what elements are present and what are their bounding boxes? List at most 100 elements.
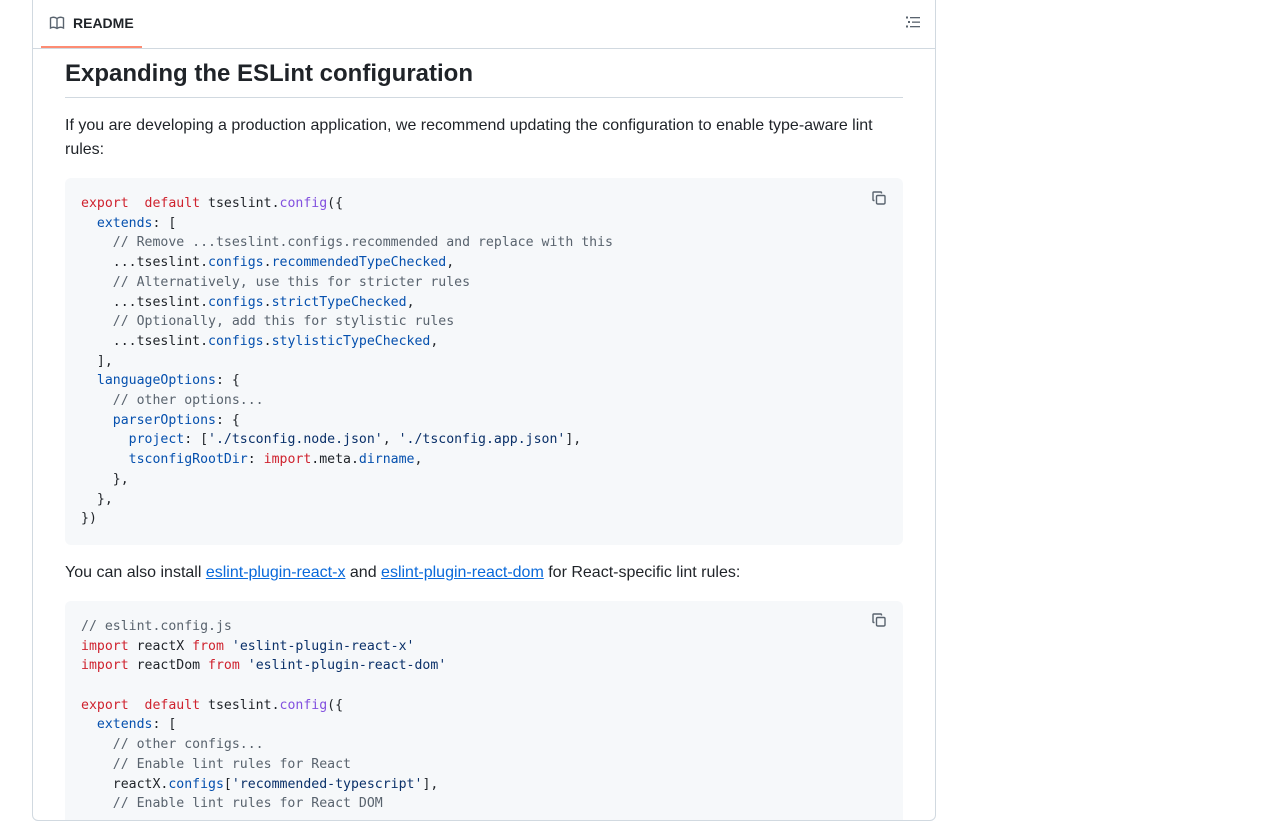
code-keyword: export	[81, 196, 129, 211]
code-property: languageOptions	[96, 373, 216, 389]
code-property: strictTypeChecked	[271, 294, 407, 310]
readme-panel: README Expanding the ESLint configuratio…	[32, 0, 936, 821]
readme-header: README	[33, 0, 935, 49]
code-line: ...tseslint.configs.strictTypeChecked,	[81, 295, 415, 310]
code-keyword: from	[208, 658, 240, 674]
code-text: [	[223, 776, 232, 792]
code-line: ],	[81, 354, 113, 369]
code-property: dirname	[358, 452, 415, 468]
code-line: // Remove ...tseslint.configs.recommende…	[81, 235, 613, 250]
code-line: // other options...	[81, 393, 264, 408]
copy-icon	[871, 190, 887, 211]
code-property: extends	[96, 215, 153, 231]
copy-button[interactable]	[863, 609, 895, 637]
code-keyword: from	[192, 638, 224, 654]
code-line: })	[81, 511, 97, 526]
code-property: project	[128, 432, 185, 448]
code-text: ,	[406, 294, 415, 310]
code-text: :	[247, 452, 264, 468]
code-line: project: ['./tsconfig.node.json', './tsc…	[81, 432, 582, 448]
code-line: reactX.configs['recommended-typescript']…	[81, 776, 439, 792]
code-text: reactX.	[81, 776, 169, 792]
code-text: .meta.	[311, 452, 359, 468]
code-text: .	[263, 333, 272, 349]
code-comment: // eslint.config.js	[81, 618, 232, 634]
code-text: },	[81, 491, 113, 507]
copy-button[interactable]	[863, 186, 895, 214]
code-text: ,	[414, 452, 423, 468]
code-string: 'recommended-typescript'	[231, 776, 423, 792]
code-line: ...tseslint.configs.recommendedTypeCheck…	[81, 255, 454, 270]
code-text: ,	[382, 432, 399, 448]
code-string: './tsconfig.app.json'	[398, 432, 566, 448]
code-keyword: import	[263, 452, 312, 468]
code-comment: // Enable lint rules for React DOM	[112, 796, 383, 812]
code-text: ...tseslint.	[81, 294, 209, 310]
code-property: configs	[208, 333, 264, 349]
code-text: ...tseslint.	[81, 333, 209, 349]
code-property: stylisticTypeChecked	[271, 333, 431, 349]
code-keyword: import	[81, 658, 129, 674]
install-and: and	[345, 563, 382, 581]
list-outline-icon	[905, 14, 921, 35]
code-property: extends	[96, 717, 153, 733]
code-comment: // other options...	[112, 393, 264, 409]
code-block-type-aware: export default tseslint.config({ extends…	[65, 178, 903, 545]
code-line: // Enable lint rules for React DOM	[81, 796, 383, 811]
code-line: // eslint.config.js	[81, 619, 232, 634]
code-line: languageOptions: {	[81, 373, 240, 388]
code-keyword: default	[144, 196, 201, 211]
code-text: reactDom	[128, 658, 209, 674]
tab-label: README	[73, 15, 134, 31]
code-content: // eslint.config.js import reactX from '…	[65, 601, 903, 820]
code-text: ],	[81, 353, 113, 369]
code-text: tseslint.	[200, 697, 280, 713]
code-function: config	[279, 697, 328, 713]
code-line: parserOptions: {	[81, 413, 240, 428]
code-text: ,	[430, 333, 439, 349]
code-text: ],	[422, 776, 439, 792]
link-eslint-plugin-react-dom[interactable]: eslint-plugin-react-dom	[381, 564, 544, 581]
tab-readme[interactable]: README	[41, 0, 142, 48]
install-prefix: You can also install	[65, 563, 206, 581]
outline-button[interactable]	[899, 10, 927, 38]
code-text: reactX	[128, 638, 193, 654]
code-text: ({	[327, 196, 344, 211]
readme-content: Expanding the ESLint configuration If yo…	[65, 48, 903, 820]
code-text: })	[81, 511, 97, 527]
code-line: // Optionally, add this for stylistic ru…	[81, 314, 454, 329]
code-block-react-plugins: // eslint.config.js import reactX from '…	[65, 600, 903, 820]
code-string: './tsconfig.node.json'	[208, 432, 383, 448]
code-line: import reactX from 'eslint-plugin-react-…	[81, 639, 415, 654]
code-line: },	[81, 492, 113, 507]
code-line: ...tseslint.configs.stylisticTypeChecked…	[81, 333, 439, 349]
link-eslint-plugin-react-x[interactable]: eslint-plugin-react-x	[206, 564, 346, 581]
code-line: // other configs...	[81, 737, 264, 752]
copy-icon	[871, 612, 887, 633]
code-text: : [	[152, 717, 177, 733]
code-string: 'eslint-plugin-react-x'	[231, 638, 415, 654]
code-line: // Enable lint rules for React	[81, 757, 351, 772]
code-comment: // other configs...	[112, 737, 264, 753]
section-heading: Expanding the ESLint configuration	[65, 48, 903, 98]
code-comment: // Enable lint rules for React	[112, 756, 351, 772]
code-line: tsconfigRootDir: import.meta.dirname,	[81, 452, 423, 468]
code-property: configs	[208, 294, 264, 310]
code-line: import reactDom from 'eslint-plugin-reac…	[81, 658, 446, 673]
code-keyword: import	[81, 638, 129, 654]
code-text: : [	[184, 432, 209, 448]
